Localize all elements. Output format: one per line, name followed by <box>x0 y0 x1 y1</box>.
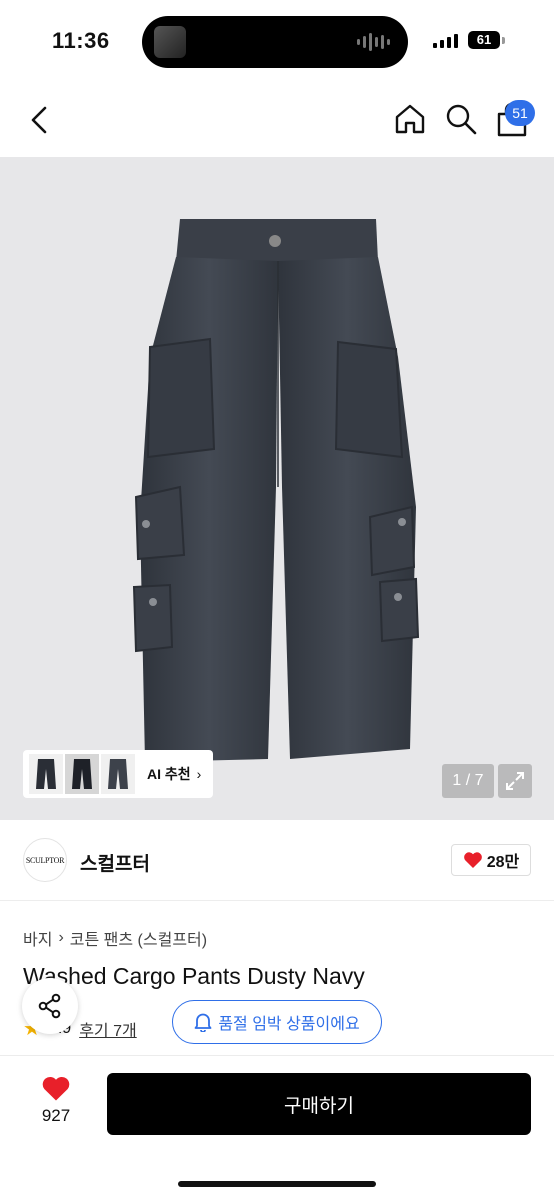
home-icon[interactable] <box>393 102 427 136</box>
chevron-right-icon: › <box>58 929 64 946</box>
gallery-thumbnail[interactable] <box>29 754 63 794</box>
battery-icon: 61 <box>468 31 500 49</box>
status-bar: 11:36 61 <box>0 0 554 84</box>
share-icon <box>38 993 61 1019</box>
divider <box>0 900 554 901</box>
reviews-link[interactable]: 후기 7개 <box>79 1017 137 1041</box>
cart-count-badge: 51 <box>505 100 535 126</box>
top-nav <box>0 90 554 150</box>
gallery-ai-recommend-strip[interactable]: AI 추천 › <box>23 750 213 798</box>
shop-name[interactable]: 스컬프터 <box>80 849 150 876</box>
breadcrumb-category[interactable]: 바지 <box>23 926 52 950</box>
chevron-left-icon[interactable] <box>26 104 56 136</box>
buy-button[interactable]: 구매하기 <box>107 1073 531 1135</box>
expand-button[interactable] <box>498 764 532 798</box>
breadcrumb: 바지 › 코튼 팬츠 (스컬프터) <box>23 926 207 950</box>
dynamic-island <box>142 16 408 68</box>
cellular-signal-icon <box>433 32 458 48</box>
home-indicator <box>178 1181 376 1187</box>
search-icon[interactable] <box>444 102 478 136</box>
expand-icon <box>506 772 524 790</box>
gallery-thumbnail[interactable] <box>101 754 135 794</box>
product-photo <box>132 219 420 762</box>
product-image-carousel[interactable]: AI 추천 › 1 / 7 <box>0 157 554 820</box>
shop-like-button[interactable]: 28만 <box>451 844 531 876</box>
gallery-thumbnail-active[interactable] <box>65 754 99 794</box>
status-time: 11:36 <box>52 28 110 53</box>
wishlist-button[interactable]: 927 <box>30 1075 82 1126</box>
audio-wave-icon <box>357 32 390 52</box>
heart-icon <box>463 852 482 868</box>
low-stock-notice[interactable]: 품절 임박 상품이에요 <box>172 1000 382 1044</box>
product-title: Washed Cargo Pants Dusty Navy <box>23 963 365 989</box>
low-stock-text: 품절 임박 상품이에요 <box>218 1016 360 1033</box>
heart-icon <box>42 1076 70 1101</box>
now-playing-artwork <box>154 26 186 58</box>
chevron-right-icon: › <box>196 766 202 782</box>
shop-logo[interactable]: SCULPTOR <box>23 838 67 882</box>
breadcrumb-subcategory[interactable]: 코튼 팬츠 (스컬프터) <box>70 926 207 950</box>
shop-like-count: 28만 <box>486 854 520 871</box>
image-counter: 1 / 7 <box>442 764 494 798</box>
wishlist-count: 927 <box>41 1106 71 1125</box>
bell-icon <box>194 1013 212 1032</box>
share-button[interactable] <box>22 978 78 1034</box>
battery-tip <box>502 37 505 44</box>
ai-recommend-label: AI 추천 <box>147 766 191 782</box>
